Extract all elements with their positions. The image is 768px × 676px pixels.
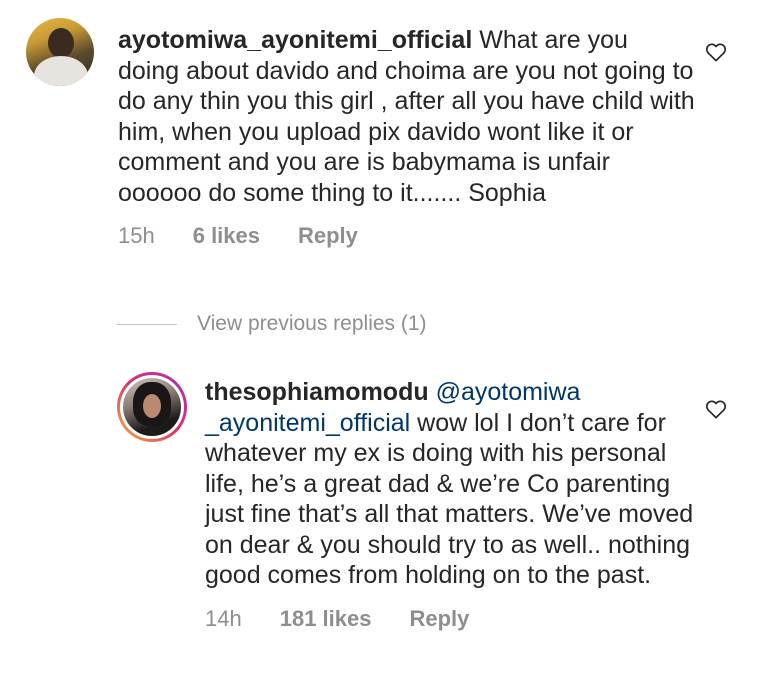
view-previous-replies[interactable]: View previous replies (1): [117, 312, 427, 336]
comment-time[interactable]: 15h: [118, 223, 155, 249]
avatar-shirt: [34, 56, 88, 86]
heart-outline-icon[interactable]: [705, 399, 727, 419]
comment-body: thesophiamomodu @ayotomiwa _ayonitemi_of…: [187, 372, 746, 632]
avatar-face: [48, 28, 74, 58]
commenter-avatar[interactable]: [26, 18, 94, 86]
comment-meta: 15h 6 likes Reply: [118, 223, 746, 249]
comment-time[interactable]: 14h: [205, 606, 242, 632]
comment-username[interactable]: thesophiamomodu: [205, 378, 429, 406]
reply-button[interactable]: Reply: [409, 606, 469, 632]
comment-username[interactable]: ayotomiwa_ayonitemi_official: [118, 26, 472, 54]
view-replies-label[interactable]: View previous replies (1): [197, 312, 427, 336]
comment-likes[interactable]: 181 likes: [280, 606, 372, 632]
comment-text: ayotomiwa_ayonitemi_official What are yo…: [118, 25, 746, 208]
comment: ayotomiwa_ayonitemi_official What are yo…: [26, 18, 746, 249]
avatar-face: [143, 394, 161, 418]
reply-avatar[interactable]: [117, 372, 187, 442]
heart-outline-icon[interactable]: [705, 42, 727, 62]
comment-text: thesophiamomodu @ayotomiwa _ayonitemi_of…: [205, 377, 746, 591]
comment-meta: 14h 181 likes Reply: [205, 606, 746, 632]
reply-comment: thesophiamomodu @ayotomiwa _ayonitemi_of…: [117, 372, 746, 632]
comment-likes[interactable]: 6 likes: [193, 223, 260, 249]
comment-body: ayotomiwa_ayonitemi_official What are yo…: [94, 18, 746, 249]
reply-button[interactable]: Reply: [298, 223, 358, 249]
replies-divider: [117, 323, 177, 325]
avatar-photo: [120, 375, 184, 439]
